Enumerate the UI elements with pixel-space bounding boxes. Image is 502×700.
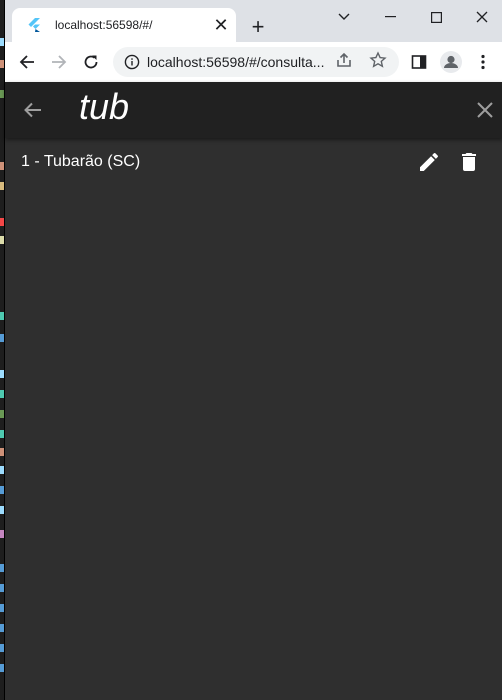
title-bar: localhost:56598/#/ ✕ + — [5, 0, 502, 42]
tab-close-icon[interactable]: ✕ — [210, 14, 232, 36]
new-tab-button[interactable]: + — [247, 14, 269, 39]
browser-toolbar: localhost:56598/#/consulta... — [5, 42, 502, 82]
delete-trash-icon[interactable] — [457, 150, 481, 174]
maximize-icon[interactable] — [413, 0, 459, 34]
side-panel-icon[interactable] — [405, 48, 433, 76]
back-arrow-icon[interactable] — [21, 98, 45, 122]
profile-avatar-icon[interactable] — [437, 48, 465, 76]
tab-title: localhost:56598/#/ — [55, 18, 153, 32]
close-window-icon[interactable] — [459, 0, 502, 34]
site-info-icon[interactable] — [117, 54, 147, 70]
search-input[interactable]: tub — [79, 86, 129, 128]
address-bar[interactable]: localhost:56598/#/consulta... — [113, 47, 399, 77]
browser-tab[interactable]: localhost:56598/#/ ✕ — [12, 8, 236, 42]
minimize-icon[interactable] — [367, 0, 413, 34]
bookmark-star-icon[interactable] — [369, 51, 387, 74]
tab-search-chevron-icon[interactable] — [321, 0, 367, 34]
reload-icon[interactable] — [77, 48, 105, 76]
edit-pencil-icon[interactable] — [417, 150, 441, 174]
back-arrow-icon[interactable] — [13, 48, 41, 76]
search-app-bar: tub — [5, 82, 502, 138]
url-text: localhost:56598/#/consulta... — [147, 54, 325, 70]
browser-window: localhost:56598/#/ ✕ + localhost:56598/#… — [4, 0, 502, 700]
list-item[interactable]: 1 - Tubarão (SC) — [5, 138, 502, 186]
more-menu-icon[interactable] — [469, 48, 497, 76]
flutter-favicon-icon — [26, 17, 42, 33]
forward-arrow-icon[interactable] — [45, 48, 73, 76]
share-icon[interactable] — [335, 51, 353, 74]
results-list: 1 - Tubarão (SC) — [5, 138, 502, 186]
result-label: 1 - Tubarão (SC) — [21, 153, 141, 170]
clear-search-icon[interactable] — [473, 98, 497, 122]
